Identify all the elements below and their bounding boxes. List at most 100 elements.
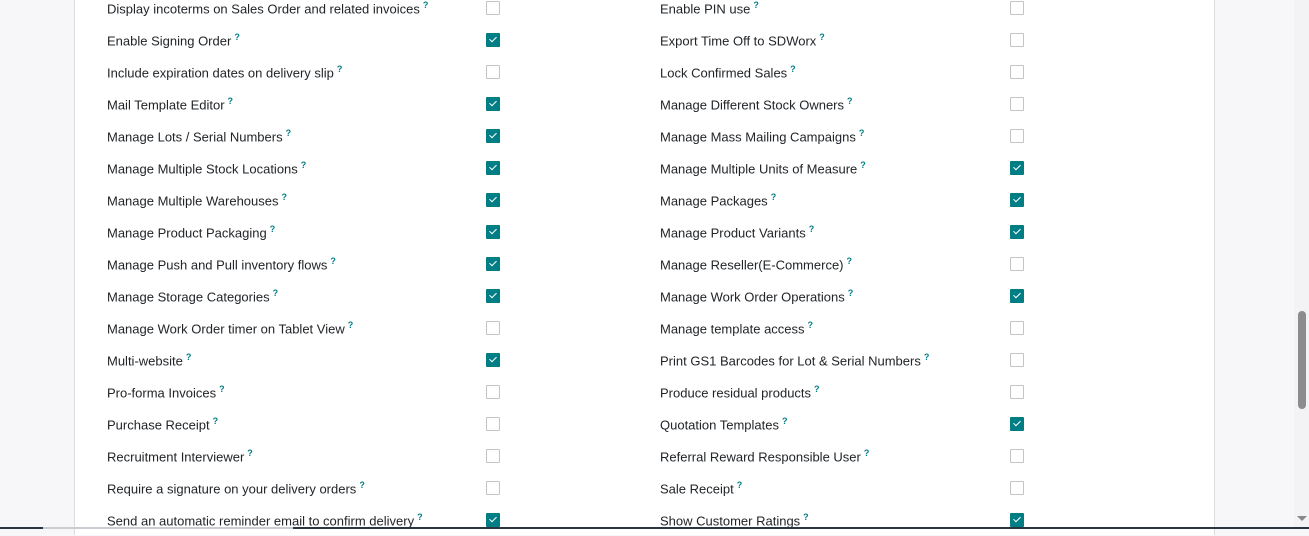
- setting-checkbox[interactable]: [486, 321, 500, 335]
- setting-row: Require a signature on your delivery ord…: [107, 472, 365, 504]
- setting-checkbox[interactable]: [486, 513, 500, 527]
- help-tooltip-icon[interactable]: ?: [348, 320, 354, 330]
- setting-checkbox[interactable]: [1010, 1, 1024, 15]
- setting-checkbox[interactable]: [1010, 513, 1024, 527]
- setting-checkbox[interactable]: [486, 33, 500, 47]
- setting-label: Manage Push and Pull inventory flows?: [107, 255, 336, 273]
- help-tooltip-icon[interactable]: ?: [219, 384, 225, 394]
- setting-row: Enable PIN use?: [660, 0, 759, 24]
- help-tooltip-icon[interactable]: ?: [819, 32, 825, 42]
- setting-row: Lock Confirmed Sales?: [660, 56, 796, 88]
- scrollbar-thumb[interactable]: [1298, 311, 1306, 409]
- setting-row: Pro-forma Invoices?: [107, 376, 225, 408]
- setting-label: Manage Product Packaging?: [107, 223, 276, 241]
- setting-checkbox[interactable]: [486, 65, 500, 79]
- setting-checkbox[interactable]: [1010, 225, 1024, 239]
- setting-checkbox[interactable]: [1010, 417, 1024, 431]
- help-tooltip-icon[interactable]: ?: [859, 128, 865, 138]
- help-tooltip-icon[interactable]: ?: [270, 224, 276, 234]
- help-tooltip-icon[interactable]: ?: [848, 288, 854, 298]
- help-tooltip-icon[interactable]: ?: [417, 512, 423, 522]
- setting-checkbox[interactable]: [1010, 193, 1024, 207]
- setting-checkbox[interactable]: [486, 257, 500, 271]
- help-tooltip-icon[interactable]: ?: [282, 192, 288, 202]
- setting-label: Manage Multiple Warehouses?: [107, 191, 288, 209]
- setting-checkbox[interactable]: [486, 129, 500, 143]
- help-tooltip-icon[interactable]: ?: [737, 480, 743, 490]
- setting-label: Send an automatic reminder email to conf…: [107, 511, 423, 529]
- setting-row: Manage Product Packaging?: [107, 216, 275, 248]
- help-tooltip-icon[interactable]: ?: [924, 352, 930, 362]
- setting-checkbox[interactable]: [486, 193, 500, 207]
- help-tooltip-icon[interactable]: ?: [864, 448, 870, 458]
- setting-checkbox[interactable]: [1010, 353, 1024, 367]
- help-tooltip-icon[interactable]: ?: [753, 0, 759, 10]
- help-tooltip-icon[interactable]: ?: [213, 416, 219, 426]
- setting-row: Manage Work Order timer on Tablet View?: [107, 312, 353, 344]
- setting-checkbox[interactable]: [486, 385, 500, 399]
- help-tooltip-icon[interactable]: ?: [847, 256, 853, 266]
- help-tooltip-icon[interactable]: ?: [790, 64, 796, 74]
- scrollbar[interactable]: [1294, 0, 1309, 529]
- scroll-down-arrow-icon[interactable]: [1297, 516, 1307, 521]
- setting-row: Manage template access?: [660, 312, 813, 344]
- setting-row: Produce residual products?: [660, 376, 820, 408]
- help-tooltip-icon[interactable]: ?: [803, 512, 809, 522]
- setting-label: Manage Storage Categories?: [107, 287, 279, 305]
- help-tooltip-icon[interactable]: ?: [330, 256, 336, 266]
- help-tooltip-icon[interactable]: ?: [860, 160, 866, 170]
- help-tooltip-icon[interactable]: ?: [808, 320, 814, 330]
- setting-checkbox[interactable]: [1010, 449, 1024, 463]
- help-tooltip-icon[interactable]: ?: [247, 448, 253, 458]
- setting-label: Show Customer Ratings?: [660, 511, 809, 529]
- help-tooltip-icon[interactable]: ?: [359, 480, 365, 490]
- setting-label: Export Time Off to SDWorx?: [660, 31, 825, 49]
- setting-checkbox[interactable]: [1010, 385, 1024, 399]
- help-tooltip-icon[interactable]: ?: [301, 160, 307, 170]
- setting-label: Recruitment Interviewer?: [107, 447, 253, 465]
- setting-row: Send an automatic reminder email to conf…: [107, 504, 423, 536]
- setting-row: Manage Multiple Warehouses?: [107, 184, 287, 216]
- help-tooltip-icon[interactable]: ?: [186, 352, 192, 362]
- setting-label: Manage Multiple Stock Locations?: [107, 159, 307, 177]
- setting-label: Manage Mass Mailing Campaigns?: [660, 127, 865, 145]
- help-tooltip-icon[interactable]: ?: [771, 192, 777, 202]
- setting-checkbox[interactable]: [486, 481, 500, 495]
- setting-row: Manage Lots / Serial Numbers?: [107, 120, 291, 152]
- setting-row: Recruitment Interviewer?: [107, 440, 253, 472]
- help-tooltip-icon[interactable]: ?: [782, 416, 788, 426]
- setting-checkbox[interactable]: [1010, 321, 1024, 335]
- setting-checkbox[interactable]: [486, 1, 500, 15]
- setting-checkbox[interactable]: [1010, 481, 1024, 495]
- setting-checkbox[interactable]: [486, 97, 500, 111]
- setting-checkbox[interactable]: [486, 225, 500, 239]
- help-tooltip-icon[interactable]: ?: [273, 288, 279, 298]
- setting-checkbox[interactable]: [1010, 129, 1024, 143]
- setting-checkbox[interactable]: [486, 161, 500, 175]
- help-tooltip-icon[interactable]: ?: [847, 96, 853, 106]
- setting-checkbox[interactable]: [1010, 97, 1024, 111]
- help-tooltip-icon[interactable]: ?: [337, 64, 343, 74]
- setting-label: Display incoterms on Sales Order and rel…: [107, 0, 429, 17]
- setting-checkbox[interactable]: [486, 449, 500, 463]
- help-tooltip-icon[interactable]: ?: [814, 384, 820, 394]
- setting-checkbox[interactable]: [486, 417, 500, 431]
- setting-checkbox[interactable]: [1010, 161, 1024, 175]
- setting-label: Produce residual products?: [660, 383, 820, 401]
- setting-checkbox[interactable]: [1010, 65, 1024, 79]
- help-tooltip-icon[interactable]: ?: [423, 0, 429, 10]
- help-tooltip-icon[interactable]: ?: [286, 128, 292, 138]
- setting-checkbox[interactable]: [486, 353, 500, 367]
- setting-checkbox[interactable]: [1010, 257, 1024, 271]
- setting-row: Show Customer Ratings?: [660, 504, 809, 536]
- help-tooltip-icon[interactable]: ?: [809, 224, 815, 234]
- setting-checkbox[interactable]: [486, 289, 500, 303]
- setting-row: Manage Mass Mailing Campaigns?: [660, 120, 864, 152]
- help-tooltip-icon[interactable]: ?: [228, 96, 234, 106]
- setting-row: Manage Packages?: [660, 184, 776, 216]
- setting-label: Enable Signing Order?: [107, 31, 240, 49]
- setting-checkbox[interactable]: [1010, 33, 1024, 47]
- setting-row: Multi-website?: [107, 344, 191, 376]
- help-tooltip-icon[interactable]: ?: [234, 32, 240, 42]
- setting-checkbox[interactable]: [1010, 289, 1024, 303]
